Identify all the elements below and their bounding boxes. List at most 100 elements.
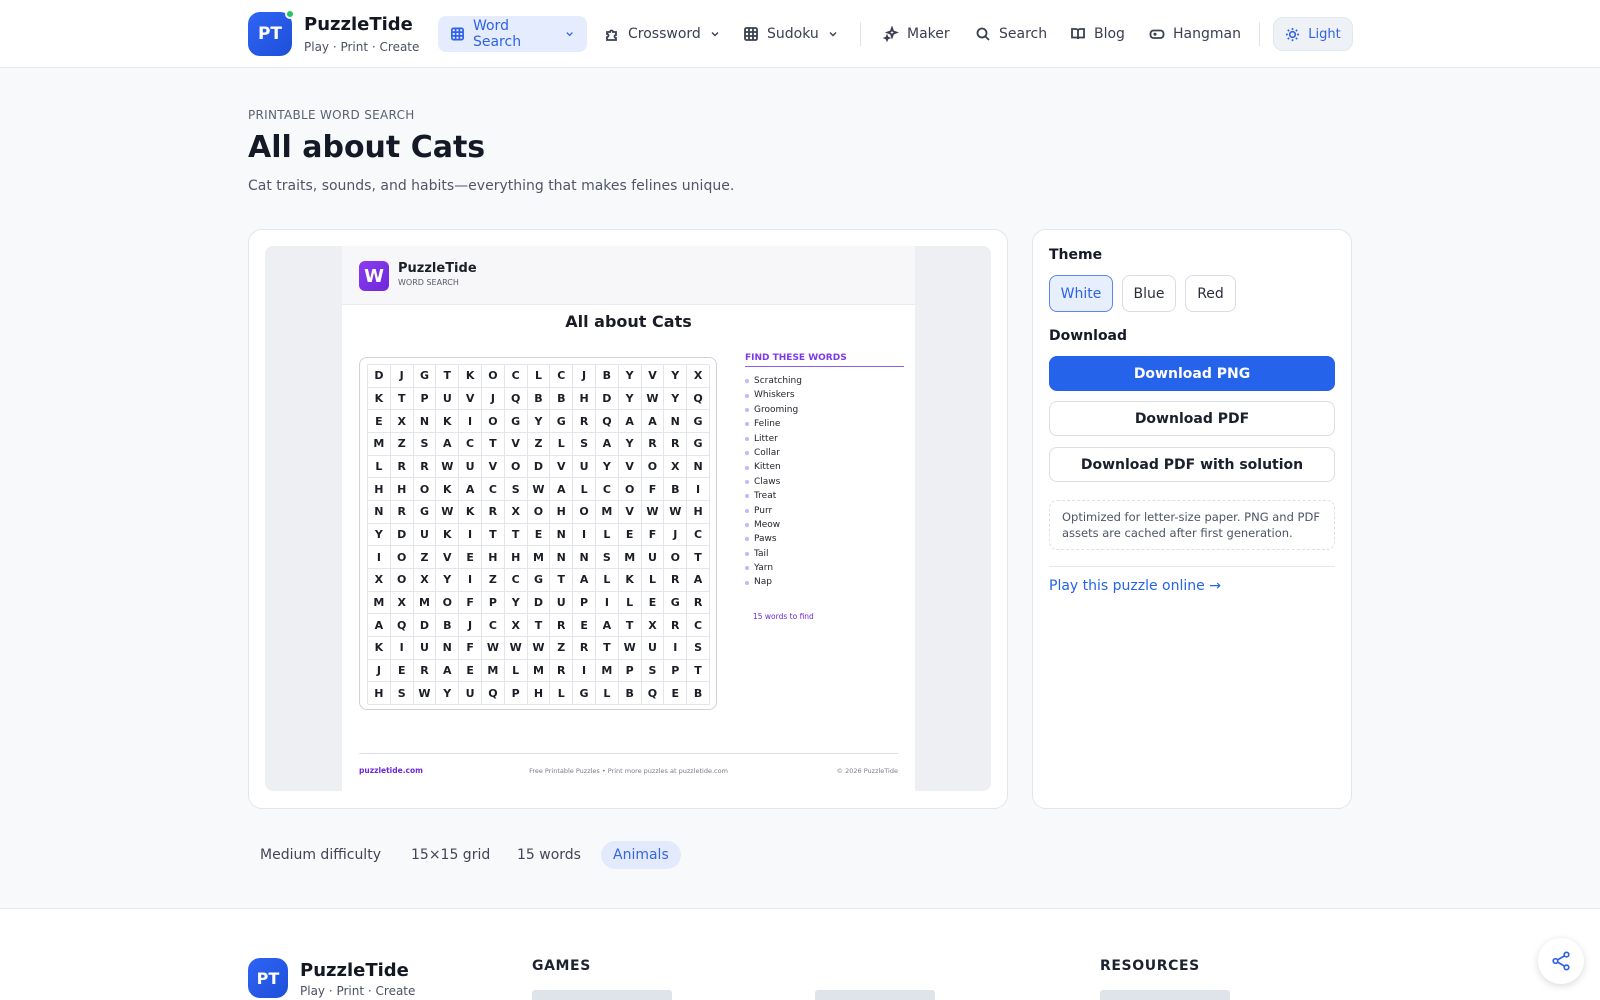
grid-cell: J — [664, 523, 688, 547]
word-list-item: Scratching — [745, 374, 802, 388]
grid-cell: C — [459, 432, 482, 456]
nav-maker[interactable]: Maker — [871, 16, 962, 52]
grid-cell: Z — [550, 636, 574, 660]
grid-cell: B — [664, 478, 688, 501]
gamepad-icon — [1149, 29, 1165, 39]
grid-cell: G — [573, 682, 596, 705]
grid-cell: H — [527, 682, 551, 705]
word-list-item: Paws — [745, 532, 802, 546]
grid-cell: C — [481, 614, 505, 637]
word-list-item: Nap — [745, 575, 802, 589]
grid-cell: H — [481, 546, 505, 569]
word-list: Scratching Whiskers Grooming Feline Litter Co… — [745, 374, 802, 590]
grid-cell: H — [390, 478, 414, 501]
puzzle-icon — [606, 29, 617, 41]
theme-toggle-button[interactable]: Light — [1273, 17, 1353, 51]
download-pdf-button[interactable]: Download PDF — [1049, 401, 1335, 436]
grid-cell: F — [459, 636, 482, 660]
grid-cell: T — [527, 614, 551, 637]
sheet-footer-divider — [359, 753, 898, 754]
chevron-down-icon — [711, 32, 719, 37]
grid-cell: V — [550, 455, 574, 479]
chevron-down-icon — [566, 32, 573, 37]
download-png-button[interactable]: Download PNG — [1049, 356, 1335, 391]
grid-cell: P — [573, 591, 596, 615]
grid-cell: K — [459, 500, 482, 524]
tag-word-count: 15 words — [517, 847, 581, 863]
theme-white-button[interactable]: White — [1049, 275, 1113, 312]
grid-cell: K — [368, 387, 391, 411]
grid-cell: E — [618, 523, 642, 547]
play-online-link[interactable]: Play this puzzle online → — [1049, 578, 1221, 594]
nav-label: Hangman — [1173, 26, 1241, 42]
footer-games-heading: GAMES — [532, 958, 591, 974]
grid-cell: Y — [368, 523, 391, 547]
footer-resources-link-cropped[interactable] — [1100, 990, 1230, 1000]
grid-cell: I — [390, 636, 414, 660]
nav-blog[interactable]: Blog — [1058, 16, 1137, 52]
brand-name[interactable]: PuzzleTide — [304, 14, 413, 35]
grid-cell: X — [504, 500, 528, 524]
sheet-footer-copyright: © 2026 PuzzleTide — [836, 767, 898, 775]
grid-cell: R — [573, 410, 596, 433]
grid-cell: M — [527, 659, 551, 683]
share-button[interactable] — [1538, 938, 1584, 984]
grid-cell: T — [687, 546, 710, 569]
grid-cell: H — [550, 500, 574, 524]
grid-cell: W — [618, 636, 642, 660]
grid-cell: W — [641, 387, 665, 411]
theme-red-button[interactable]: Red — [1185, 275, 1236, 312]
grid-cell: A — [368, 614, 391, 637]
grid-cell: B — [550, 387, 574, 411]
grid-cell: R — [550, 659, 574, 683]
grid-cell: X — [413, 568, 437, 592]
word-list-item: Collar — [745, 446, 802, 460]
grid-cell: T — [595, 636, 619, 660]
grid-cell: W — [436, 455, 460, 479]
grid-cell: Y — [436, 682, 460, 705]
footer-games-link-cropped[interactable] — [532, 990, 672, 1000]
footer-crossword-link-cropped[interactable] — [815, 990, 935, 1000]
grid-cell: Q — [390, 614, 414, 637]
grid-cell: N — [550, 546, 574, 569]
word-list-item: Treat — [745, 489, 802, 503]
nav-search[interactable]: Search — [963, 16, 1059, 52]
grid-cell: D — [413, 614, 437, 637]
grid-cell: A — [573, 568, 596, 592]
nav-sudoku[interactable]: Sudoku — [731, 16, 851, 52]
grid-cell: G — [687, 410, 710, 433]
grid-cell: U — [641, 636, 665, 660]
footer-logo-badge[interactable]: PT — [248, 958, 288, 998]
grid-cell: Y — [618, 365, 642, 388]
nav-word-search[interactable]: Word Search — [438, 16, 587, 52]
theme-blue-button[interactable]: Blue — [1122, 275, 1176, 312]
grid-cell: Q — [504, 387, 528, 411]
grid-cell: S — [573, 432, 596, 456]
grid-cell: I — [687, 478, 710, 501]
grid-cell: V — [459, 387, 482, 411]
grid-cell: R — [390, 455, 414, 479]
logo-badge[interactable]: PT — [248, 9, 295, 56]
grid-cell: C — [595, 478, 619, 501]
grid-cell: X — [390, 410, 414, 433]
word-list-item: Grooming — [745, 403, 802, 417]
sheet-brand-sub: WORD SEARCH — [398, 278, 459, 287]
grid-cell: Y — [595, 455, 619, 479]
download-pdf-solution-button[interactable]: Download PDF with solution — [1049, 447, 1335, 482]
grid-cell: Z — [413, 546, 437, 569]
letter-grid: DJGTKOCLCJBYVYXKTPUVJQBBHDYWYQEXNKIOGYGR… — [367, 364, 710, 705]
tag-category[interactable]: Animals — [601, 841, 681, 869]
grid-cell: G — [664, 591, 688, 615]
grid-cell: A — [436, 659, 460, 683]
grid-cell: C — [504, 365, 528, 388]
grid-cell: X — [664, 455, 688, 479]
grid-cell: C — [687, 523, 710, 547]
nav-crossword[interactable]: Crossword — [592, 16, 733, 52]
grid-cell: D — [527, 591, 551, 615]
nav-hangman[interactable]: Hangman — [1137, 16, 1253, 52]
download-label: Download — [1049, 328, 1128, 344]
word-list-item: Tail — [745, 547, 802, 561]
grid-cell: T — [618, 614, 642, 637]
grid-cell: R — [664, 568, 688, 592]
grid-cell: D — [527, 455, 551, 479]
